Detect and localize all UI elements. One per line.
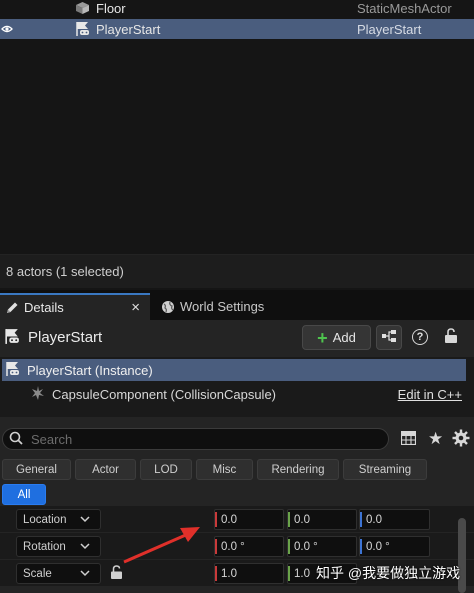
capsule-component-icon bbox=[30, 385, 46, 404]
rotation-label: Rotation bbox=[23, 540, 66, 553]
filter-all[interactable]: All bbox=[2, 484, 46, 505]
search-box[interactable] bbox=[2, 428, 389, 450]
filter-misc[interactable]: Misc bbox=[196, 459, 253, 480]
actor-count-status: 8 actors (1 selected) bbox=[0, 254, 474, 288]
outliner-item-type: PlayerStart bbox=[357, 21, 422, 37]
watermark: 知乎 @我要做独立游戏 bbox=[316, 565, 461, 581]
player-start-icon bbox=[3, 328, 21, 348]
component-root-label: PlayerStart (Instance) bbox=[27, 362, 153, 378]
table-view-icon[interactable] bbox=[400, 430, 417, 448]
lock-icon[interactable] bbox=[444, 328, 458, 347]
rotation-y-field[interactable]: 0.0 ° bbox=[287, 536, 357, 557]
rotation-dropdown[interactable]: Rotation bbox=[16, 536, 101, 557]
scale-label: Scale bbox=[23, 567, 52, 580]
blueprint-icon bbox=[382, 330, 396, 345]
tab-world-settings[interactable]: World Settings bbox=[154, 293, 284, 320]
help-icon[interactable]: ? bbox=[412, 329, 428, 345]
location-row: Location 0.0 0.0 0.0 bbox=[0, 506, 474, 533]
details-panel: PlayerStart + Add ? PlayerStart (Instanc… bbox=[0, 320, 474, 593]
component-tree: PlayerStart (Instance) CapsuleComponent … bbox=[0, 357, 474, 417]
world-outliner: Floor StaticMeshActor PlayerStart Player… bbox=[0, 0, 474, 288]
rotation-z-field[interactable]: 0.0 ° bbox=[359, 536, 430, 557]
location-x-field[interactable]: 0.0 bbox=[214, 509, 284, 530]
eye-icon[interactable] bbox=[0, 19, 14, 39]
player-start-icon bbox=[4, 361, 21, 380]
blueprint-button[interactable] bbox=[376, 325, 402, 350]
location-z-field[interactable]: 0.0 bbox=[359, 509, 430, 530]
scale-x-field[interactable]: 1.0 bbox=[214, 563, 284, 584]
search-input[interactable] bbox=[31, 431, 371, 447]
actor-title-row: PlayerStart + Add ? bbox=[0, 320, 474, 354]
tab-world-settings-label: World Settings bbox=[180, 299, 265, 314]
filter-lod[interactable]: LOD bbox=[140, 459, 192, 480]
scale-dropdown[interactable]: Scale bbox=[16, 563, 101, 584]
outliner-row-floor[interactable]: Floor StaticMeshActor bbox=[0, 0, 474, 18]
filter-streaming[interactable]: Streaming bbox=[343, 459, 427, 480]
component-child-item[interactable]: CapsuleComponent (CollisionCapsule) Edit… bbox=[0, 383, 474, 405]
outliner-item-name: Floor bbox=[96, 0, 126, 16]
filter-actor[interactable]: Actor bbox=[75, 459, 136, 480]
component-child-label: CapsuleComponent (CollisionCapsule) bbox=[52, 386, 277, 402]
outliner-row-playerstart[interactable]: PlayerStart PlayerStart bbox=[0, 19, 474, 39]
edit-in-cpp-link[interactable]: Edit in C++ bbox=[398, 387, 462, 402]
chevron-down-icon bbox=[80, 541, 90, 554]
star-icon[interactable]: ★ bbox=[428, 429, 443, 449]
tab-details[interactable]: Details × bbox=[0, 293, 150, 320]
location-y-field[interactable]: 0.0 bbox=[287, 509, 357, 530]
filter-rendering[interactable]: Rendering bbox=[257, 459, 339, 480]
category-filters: General Actor LOD Misc Rendering Streami… bbox=[0, 458, 474, 506]
plus-icon: + bbox=[317, 327, 328, 348]
outliner-item-name: PlayerStart bbox=[96, 21, 161, 37]
search-icon bbox=[9, 431, 23, 448]
rotation-x-field[interactable]: 0.0 ° bbox=[214, 536, 284, 557]
chevron-down-icon bbox=[80, 568, 90, 581]
rotation-row: Rotation 0.0 ° 0.0 ° 0.0 ° bbox=[0, 533, 474, 560]
static-mesh-icon bbox=[74, 0, 91, 16]
location-label: Location bbox=[23, 513, 67, 526]
actor-name[interactable]: PlayerStart bbox=[28, 329, 102, 346]
unlock-icon[interactable] bbox=[110, 565, 123, 583]
gear-icon[interactable] bbox=[452, 429, 470, 450]
tab-details-label: Details bbox=[24, 300, 64, 315]
panel-tab-bar: Details × World Settings bbox=[0, 290, 474, 320]
location-dropdown[interactable]: Location bbox=[16, 509, 101, 530]
add-button-label: Add bbox=[332, 330, 356, 345]
outliner-item-type: StaticMeshActor bbox=[357, 0, 452, 16]
chevron-down-icon bbox=[80, 514, 90, 527]
add-component-button[interactable]: + Add bbox=[302, 325, 371, 350]
details-pencil-icon bbox=[4, 300, 20, 316]
annotation-arrow-icon bbox=[123, 527, 200, 564]
close-tab-icon[interactable]: × bbox=[131, 299, 140, 316]
player-start-icon bbox=[74, 21, 91, 37]
filter-general[interactable]: General bbox=[2, 459, 71, 480]
component-root-item[interactable]: PlayerStart (Instance) bbox=[2, 359, 466, 381]
details-search-row: ★ bbox=[0, 426, 474, 452]
globe-icon bbox=[160, 299, 176, 315]
